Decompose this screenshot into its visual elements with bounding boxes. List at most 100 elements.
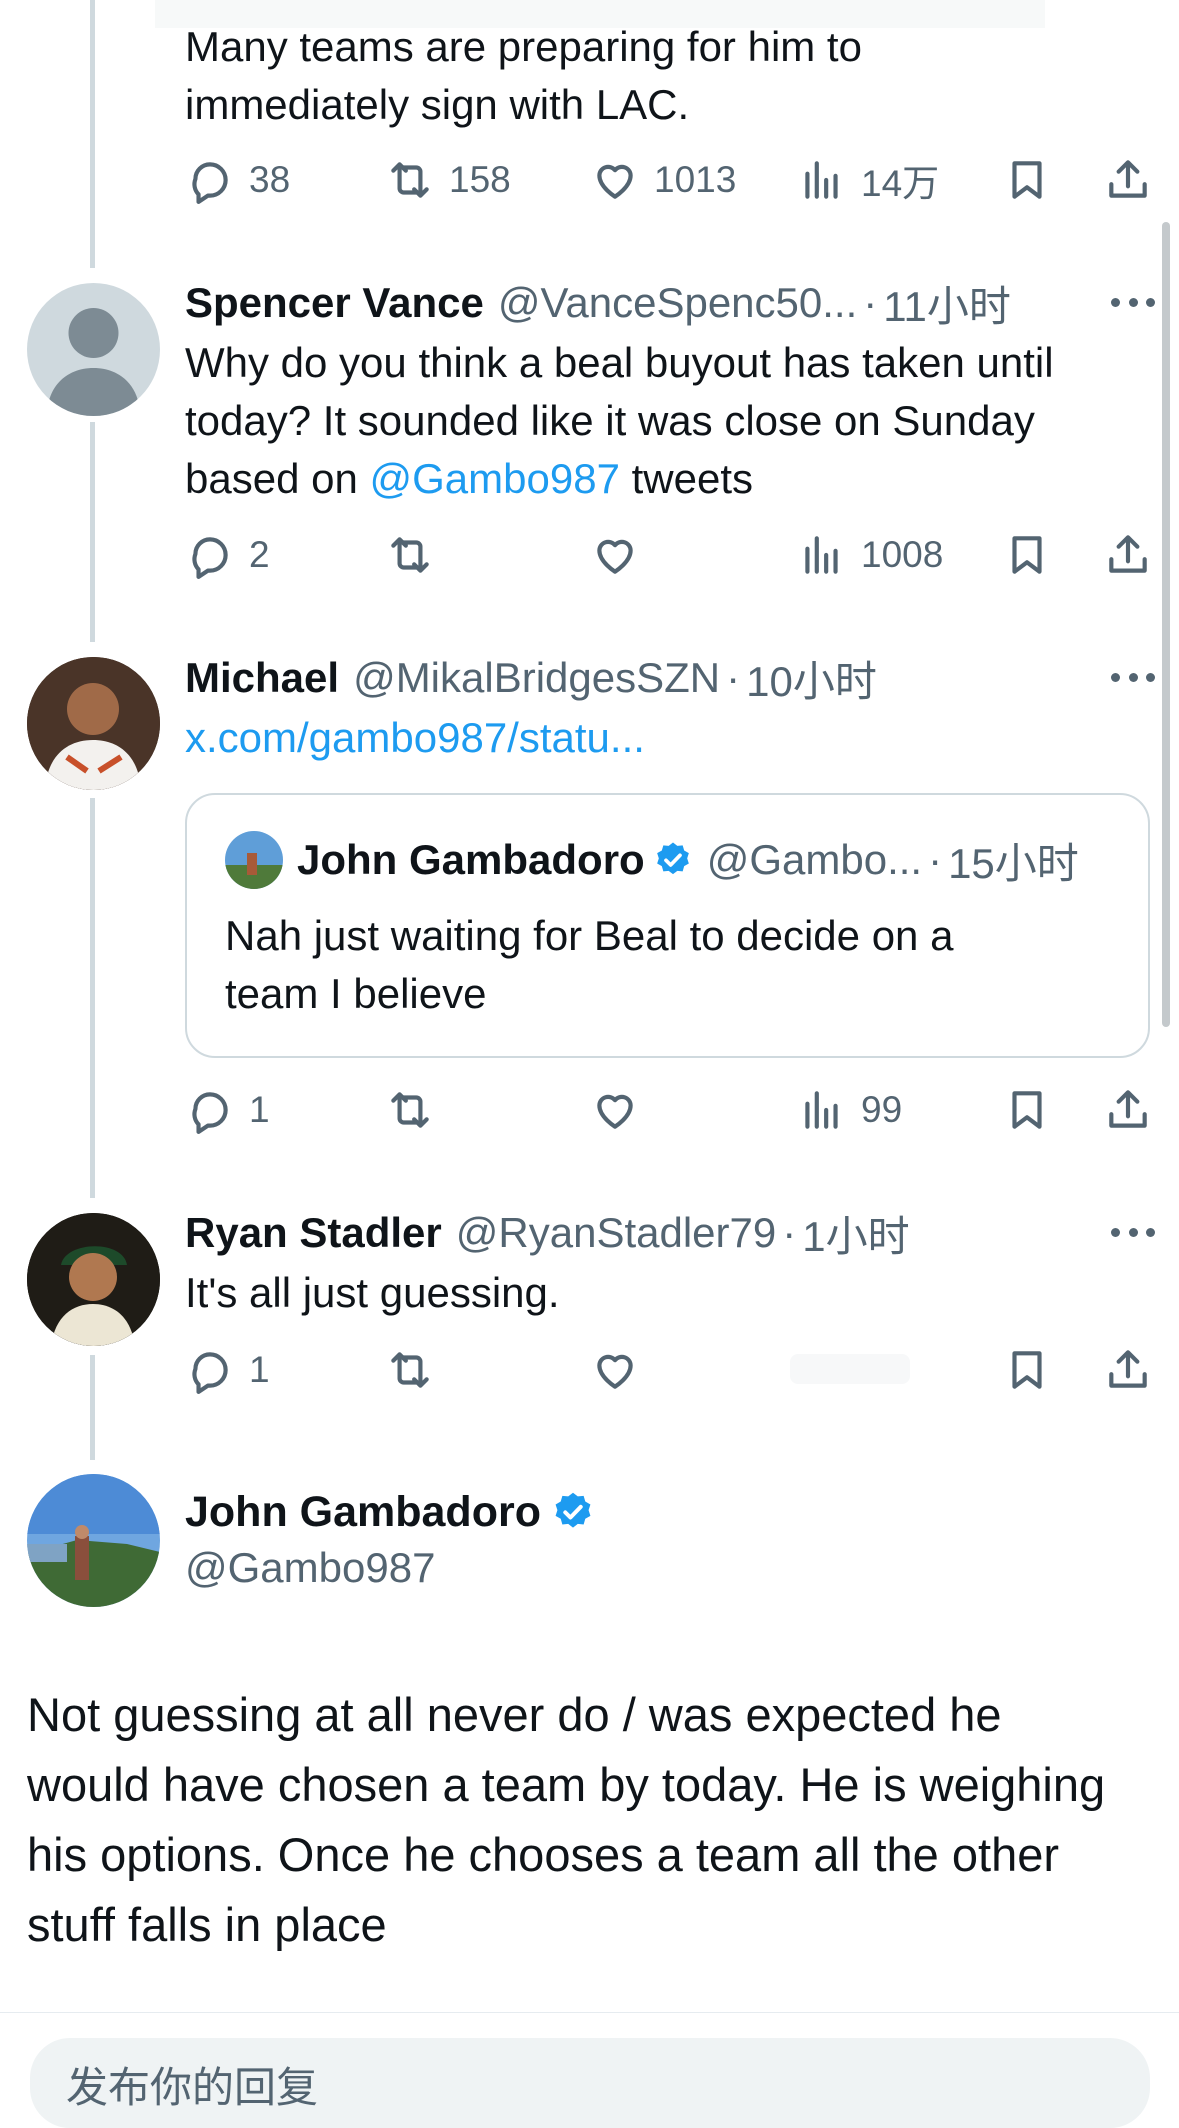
thread-line [90, 0, 95, 268]
retweet-icon [391, 1092, 429, 1128]
user-handle[interactable]: @MikalBridgesSZN [353, 654, 720, 702]
timestamp[interactable]: 11小时 [883, 273, 1011, 334]
share-icon [1109, 535, 1147, 573]
reply-button[interactable]: 1 [185, 1080, 270, 1140]
more-options-button[interactable] [1111, 292, 1155, 312]
retweet-button[interactable]: 158 [385, 150, 511, 210]
share-icon [1109, 160, 1147, 198]
tweet-header: Ryan Stadler @RyanStadler79 · 1小时 [185, 1205, 910, 1261]
bookmark-button[interactable] [1002, 150, 1052, 210]
share-button[interactable] [1103, 1340, 1153, 1400]
user-handle[interactable]: @VanceSpenc50... [498, 279, 857, 327]
views-button[interactable]: 14万 [797, 150, 939, 210]
user-handle: @Gambo... [706, 836, 923, 883]
like-button[interactable] [590, 1340, 640, 1400]
retweet-icon [391, 1352, 429, 1388]
tweet-text: It's all just guessing. [185, 1269, 560, 1316]
heart-icon [597, 164, 633, 199]
reply-button[interactable]: 1 [185, 1340, 270, 1400]
main-tweet-text: Not guessing at all never do / was expec… [27, 1688, 1106, 1951]
bookmark-icon [1012, 161, 1042, 199]
reply-icon [192, 537, 228, 579]
more-options-button[interactable] [1111, 1222, 1155, 1242]
reply-icon [192, 1352, 228, 1394]
mention-link[interactable]: @Gambo987 [370, 455, 620, 502]
thread-line [90, 798, 95, 1198]
views-button[interactable]: 99 [797, 1080, 902, 1140]
quote-text: Nah just waiting for Beal to decide on a… [225, 912, 954, 1017]
bookmark-button[interactable] [1002, 1080, 1052, 1140]
like-button[interactable] [590, 1080, 640, 1140]
avatar[interactable] [27, 283, 160, 416]
quoted-tweet[interactable]: John Gambadoro @Gambo... · 15小时 Nah just… [185, 793, 1150, 1058]
reply-button[interactable]: 2 [185, 525, 270, 585]
views-icon [805, 161, 838, 199]
reply-placeholder: 发布你的回复 [66, 2064, 319, 2111]
tweet-text: Many teams are preparing for him to imme… [185, 23, 862, 128]
tweet-header: Spencer Vance @VanceSpenc50... · 11小时 [185, 275, 1011, 331]
display-name[interactable]: Spencer Vance [185, 279, 484, 327]
scrollbar[interactable] [1162, 222, 1170, 1027]
url-link[interactable]: x.com/gambo987/statu... [185, 714, 645, 761]
display-name[interactable]: Michael [185, 654, 339, 702]
retweet-icon [391, 537, 429, 573]
author-block: John Gambadoro @Gambo987 [185, 1484, 595, 1596]
avatar[interactable] [27, 1213, 160, 1346]
views-count: 1008 [861, 534, 944, 575]
tweet-actions: 2 1008 [185, 525, 1179, 585]
like-button[interactable] [590, 525, 640, 585]
tweet-text: Why do you think a beal buyout has taken… [185, 339, 1054, 502]
timestamp[interactable]: 1小时 [802, 1203, 909, 1264]
retweet-count: 158 [449, 159, 511, 200]
more-options-button[interactable] [1111, 667, 1155, 687]
tweet-text: x.com/gambo987/statu... [185, 709, 645, 767]
views-icon [805, 536, 838, 574]
retweet-button[interactable] [385, 525, 435, 585]
user-handle[interactable]: @Gambo987 [185, 1540, 595, 1596]
share-button[interactable] [1103, 150, 1153, 210]
share-button[interactable] [1103, 525, 1153, 585]
user-handle[interactable]: @RyanStadler79 [456, 1209, 776, 1257]
thread-line [90, 1355, 95, 1460]
like-count: 1013 [654, 159, 737, 200]
views-button[interactable]: 1008 [797, 525, 943, 585]
views-count: 14万 [861, 163, 940, 204]
share-icon [1109, 1090, 1147, 1128]
heart-icon [597, 1094, 633, 1129]
reply-count: 38 [249, 159, 291, 200]
reply-icon [192, 162, 228, 204]
reply-count: 1 [249, 1089, 270, 1130]
profile-photo [27, 657, 160, 790]
timestamp: 15小时 [948, 839, 1079, 887]
display-name[interactable]: Ryan Stadler [185, 1209, 442, 1257]
reply-count: 2 [249, 534, 270, 575]
tweet-actions: 1 [185, 1340, 1179, 1400]
separator-dot: · [863, 279, 878, 326]
verified-badge-icon [555, 1492, 591, 1528]
bookmark-button[interactable] [1002, 525, 1052, 585]
reply-count: 1 [249, 1349, 270, 1390]
like-button[interactable]: 1013 [590, 150, 736, 210]
tweet-actions: 1 99 [185, 1080, 1179, 1140]
avatar[interactable] [27, 657, 160, 790]
reply-icon [192, 1092, 228, 1134]
reply-input[interactable]: 发布你的回复 [30, 2038, 1150, 2128]
verified-badge-icon [656, 842, 689, 875]
share-button[interactable] [1103, 1080, 1153, 1140]
heart-icon [597, 539, 633, 574]
retweet-icon [391, 162, 429, 198]
avatar[interactable] [27, 1474, 160, 1607]
profile-photo [27, 1213, 160, 1346]
quote-header: John Gambadoro @Gambo... · 15小时 [297, 831, 1079, 889]
reply-button[interactable]: 38 [185, 150, 290, 210]
timestamp[interactable]: 10小时 [746, 648, 877, 709]
thread-line [90, 422, 95, 642]
views-placeholder [790, 1354, 910, 1384]
heart-icon [597, 1354, 633, 1389]
bookmark-button[interactable] [1002, 1340, 1052, 1400]
retweet-button[interactable] [385, 1080, 435, 1140]
tweet-actions: 38 158 1013 14万 [185, 150, 1179, 210]
display-name[interactable]: John Gambadoro [185, 1488, 541, 1537]
retweet-button[interactable] [385, 1340, 435, 1400]
views-count: 99 [861, 1089, 903, 1130]
